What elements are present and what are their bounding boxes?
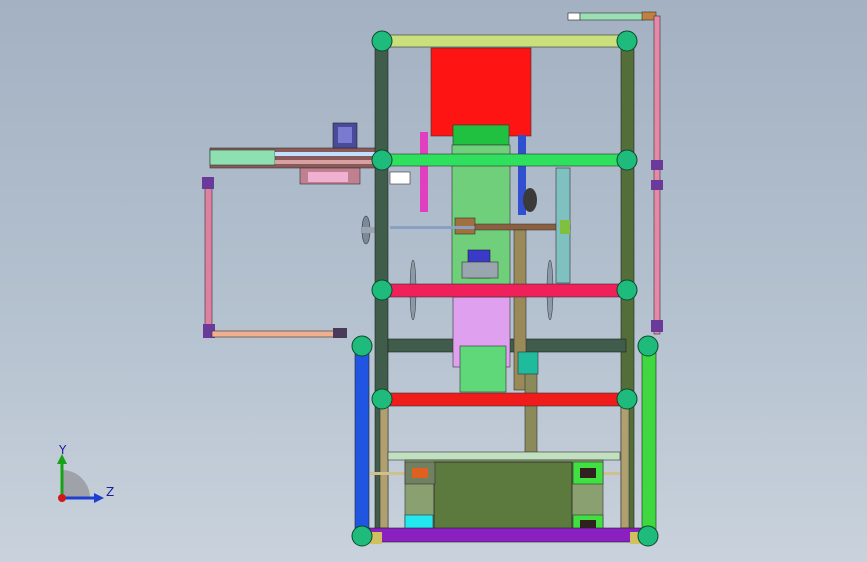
joint-ball[interactable]	[616, 388, 638, 410]
x-axis-dot-icon	[58, 494, 66, 502]
cad-viewport[interactable]	[0, 0, 867, 562]
joint-ball[interactable]	[616, 279, 638, 301]
joint-ball[interactable]	[351, 525, 373, 547]
z-axis-label: Z	[106, 485, 114, 499]
y-axis-label: Y	[58, 443, 67, 457]
joint-ball[interactable]	[351, 335, 373, 357]
joint-ball[interactable]	[616, 30, 638, 52]
left-side-frame[interactable]	[202, 177, 347, 338]
coordinate-triad: Y Z	[57, 443, 114, 503]
joint-ball[interactable]	[371, 30, 393, 52]
red-top-block[interactable]	[430, 47, 532, 146]
triad-plane-icon	[62, 470, 90, 498]
joint-ball[interactable]	[371, 279, 393, 301]
joint-ball[interactable]	[371, 149, 393, 171]
joint-ball[interactable]	[637, 525, 659, 547]
left-conveyor-arm[interactable]	[209, 122, 386, 245]
joint-ball[interactable]	[371, 388, 393, 410]
joint-ball[interactable]	[637, 335, 659, 357]
joint-ball[interactable]	[616, 149, 638, 171]
